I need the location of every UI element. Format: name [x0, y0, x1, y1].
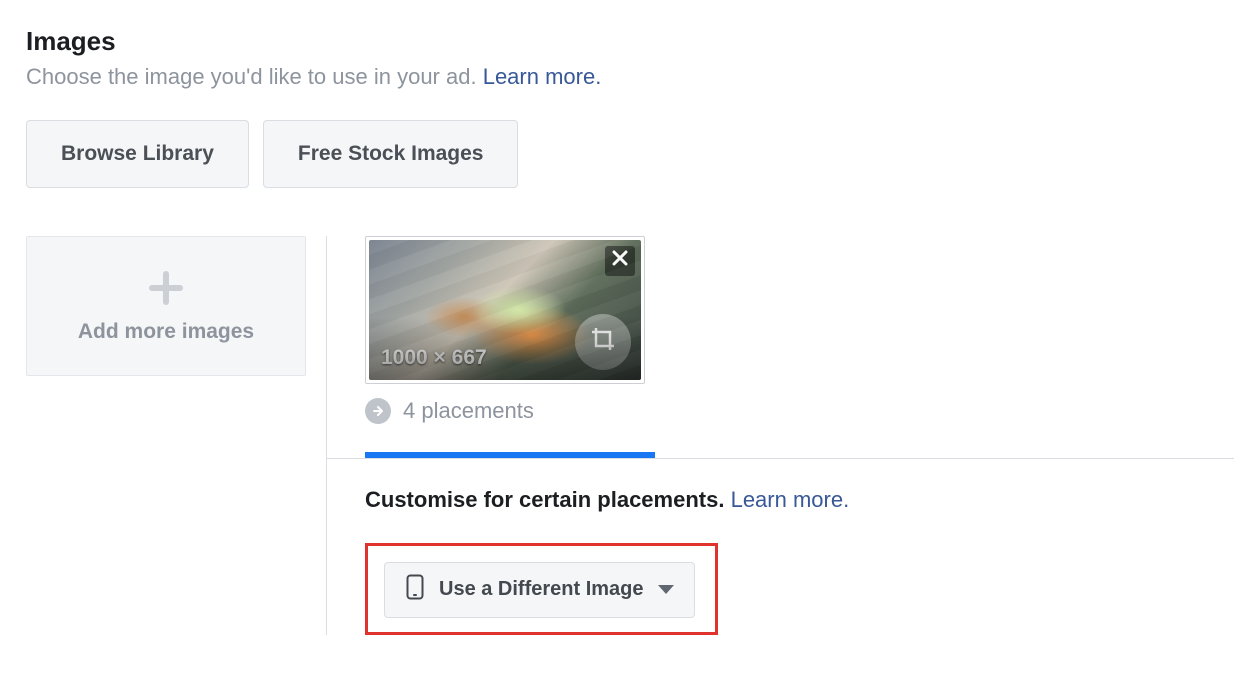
- browse-library-button[interactable]: Browse Library: [26, 120, 249, 188]
- section-title: Images: [26, 26, 1234, 57]
- free-stock-images-label: Free Stock Images: [298, 142, 484, 166]
- use-different-image-label: Use a Different Image: [439, 578, 644, 601]
- image-thumbnail-card[interactable]: 1000 × 667: [365, 236, 645, 384]
- caret-down-icon: [658, 585, 674, 594]
- remove-image-button[interactable]: [605, 246, 635, 276]
- arrow-right-circle-icon: [365, 398, 391, 424]
- customise-placements-bold: Customise for certain placements.: [365, 487, 724, 512]
- customise-learn-more-link[interactable]: Learn more.: [731, 487, 850, 512]
- section-subtitle: Choose the image you'd like to use in yo…: [26, 63, 1234, 92]
- crop-icon: [590, 326, 616, 357]
- add-more-images-label: Add more images: [78, 320, 254, 344]
- active-tab-indicator: [327, 452, 1234, 459]
- use-different-image-dropdown[interactable]: Use a Different Image: [384, 562, 695, 618]
- close-icon: [612, 250, 628, 271]
- add-more-images-button[interactable]: Add more images: [26, 236, 306, 376]
- customise-placements-text: Customise for certain placements. Learn …: [365, 487, 1234, 513]
- mobile-device-icon: [405, 574, 425, 606]
- plus-icon: [145, 267, 187, 314]
- placements-count-label: 4 placements: [403, 398, 534, 424]
- free-stock-images-button[interactable]: Free Stock Images: [263, 120, 519, 188]
- learn-more-link[interactable]: Learn more.: [483, 64, 602, 89]
- crop-image-button[interactable]: [575, 314, 631, 370]
- highlight-annotation: Use a Different Image: [365, 543, 718, 635]
- image-dimensions: 1000 × 667: [381, 346, 487, 370]
- image-source-buttons: Browse Library Free Stock Images: [26, 120, 1234, 188]
- image-thumbnail: 1000 × 667: [369, 240, 641, 380]
- placements-summary: 4 placements: [365, 398, 1234, 424]
- browse-library-label: Browse Library: [61, 142, 214, 166]
- section-subtitle-text: Choose the image you'd like to use in yo…: [26, 64, 483, 89]
